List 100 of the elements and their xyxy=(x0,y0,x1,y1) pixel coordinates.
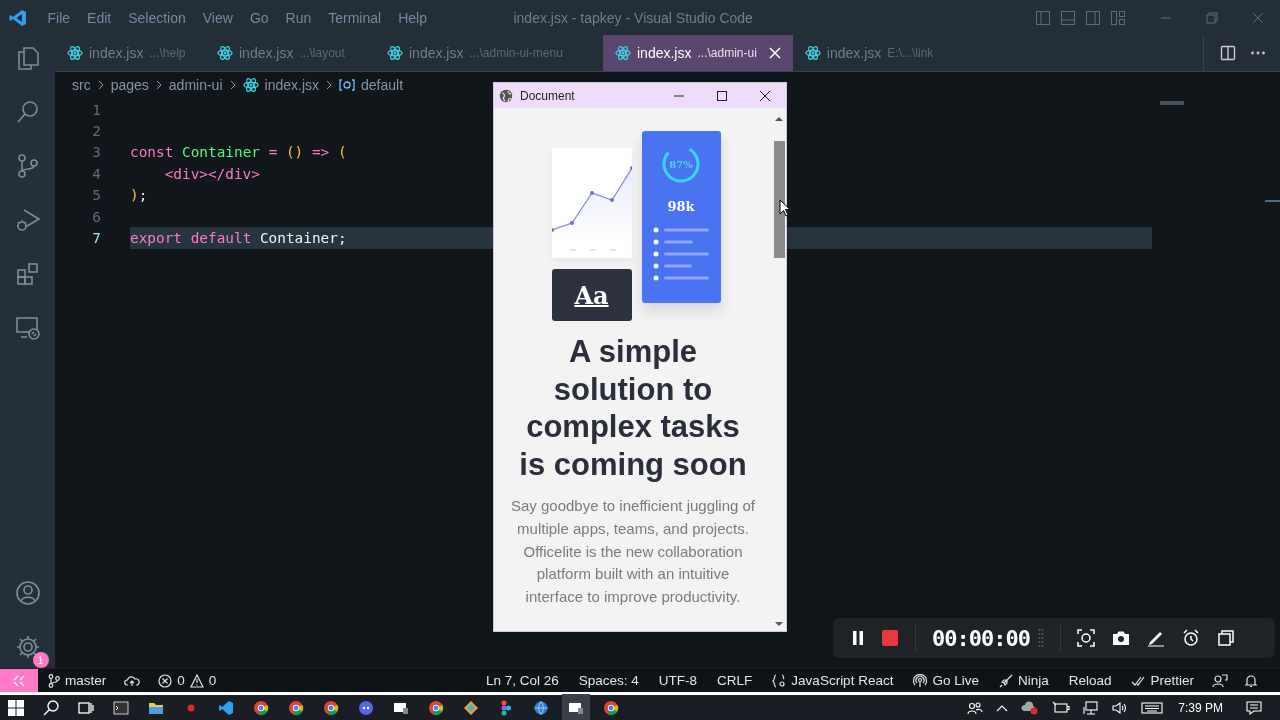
editor-tab[interactable]: index.jsx ...\admin-ui-menu xyxy=(375,35,603,71)
browser-icon[interactable] xyxy=(323,699,339,716)
tab-label: index.jsx xyxy=(637,45,692,61)
keyboard-icon[interactable] xyxy=(1141,700,1164,715)
status-item[interactable]: UTF-8 xyxy=(648,673,708,688)
scrollbar-thumb[interactable] xyxy=(773,141,785,258)
status-item[interactable]: CRLF xyxy=(707,673,763,688)
line-number: 6 xyxy=(91,208,101,225)
menu-item[interactable]: View xyxy=(194,9,242,26)
status-item[interactable]: Go Live xyxy=(903,673,989,688)
menu-item[interactable]: Run xyxy=(277,9,320,26)
maximize-icon[interactable] xyxy=(716,89,728,102)
code-line: ); xyxy=(130,187,148,204)
menu-item[interactable]: Edit xyxy=(78,9,120,26)
editor-tab[interactable]: index.jsx ...\admin-ui xyxy=(603,35,793,71)
react-file-icon xyxy=(804,45,821,61)
panel-layout-icon[interactable] xyxy=(1060,9,1076,26)
feedback-icon[interactable] xyxy=(1212,673,1228,688)
browser-icon[interactable] xyxy=(288,699,304,716)
status-item[interactable]: Ninja xyxy=(988,673,1059,688)
cloud-sync-icon[interactable] xyxy=(124,674,141,687)
windows-start-icon[interactable] xyxy=(8,699,24,716)
line-number: 1 xyxy=(91,101,101,118)
browser-icon[interactable] xyxy=(253,699,269,716)
menu-item[interactable]: Terminal xyxy=(319,9,390,26)
line-number: 7 xyxy=(91,230,101,247)
alarm-clock-icon[interactable] xyxy=(1181,629,1200,647)
volume-icon[interactable] xyxy=(1112,700,1129,715)
breadcrumb-item[interactable]: default xyxy=(361,77,404,93)
window-title: Document xyxy=(520,88,575,103)
close-icon[interactable] xyxy=(759,89,771,102)
menu-item[interactable]: Selection xyxy=(119,9,195,26)
sidebar-layout-icon[interactable] xyxy=(1035,9,1051,26)
editor-tab[interactable]: index.jsx ...\help xyxy=(55,35,205,71)
breadcrumb-item[interactable]: index.jsx xyxy=(264,77,319,93)
list-lines-drawing xyxy=(653,226,709,282)
editor-tab[interactable]: index.jsx E:\...\link xyxy=(792,35,946,71)
browser-icon[interactable] xyxy=(428,699,444,716)
scroll-up-icon[interactable] xyxy=(775,116,783,122)
status-item[interactable]: JavaScript React xyxy=(762,673,904,688)
menu-item[interactable]: Go xyxy=(241,9,278,26)
globe-icon xyxy=(499,88,513,103)
breadcrumb-item[interactable]: pages xyxy=(110,77,149,93)
remote-icon xyxy=(12,673,26,688)
remote-indicator[interactable] xyxy=(0,668,38,693)
people-icon[interactable] xyxy=(967,700,984,715)
globe-app-icon[interactable] xyxy=(533,699,549,716)
network-icon[interactable] xyxy=(1083,700,1100,715)
account-icon[interactable] xyxy=(14,580,41,606)
chevron-right-icon xyxy=(96,80,105,90)
chevron-up-icon[interactable] xyxy=(996,703,1009,712)
branch-indicator[interactable]: master xyxy=(38,673,117,688)
line-number: 5 xyxy=(91,187,101,204)
cloud-error-icon[interactable] xyxy=(1021,700,1040,715)
line-number: 2 xyxy=(91,123,101,140)
breadcrumb-item[interactable]: admin-ui xyxy=(168,77,223,93)
camera-icon[interactable] xyxy=(1111,630,1130,646)
chevron-right-icon xyxy=(325,80,333,90)
grip-icon xyxy=(1037,628,1044,648)
notifications-icon[interactable] xyxy=(1246,699,1262,716)
bell-icon[interactable] xyxy=(1244,673,1258,688)
scroll-down-icon[interactable] xyxy=(775,621,783,627)
split-editor-icon[interactable] xyxy=(1220,45,1236,61)
problems-indicator[interactable]: 0 0 xyxy=(148,673,227,688)
status-item[interactable]: Prettier xyxy=(1121,673,1204,688)
tab-label: index.jsx xyxy=(409,45,464,61)
task-view-icon[interactable] xyxy=(78,699,94,716)
browser-icon[interactable] xyxy=(603,699,619,716)
remote-explorer-icon[interactable] xyxy=(14,315,41,341)
description-text: Say goodbye to inefficient juggling of multiple apps, teams, and projects. Officelite is the new collaboration platform built with an intuitive interface to improve productivity. xyxy=(509,496,757,607)
window-toggle-icon[interactable] xyxy=(1216,629,1235,647)
extensions-icon[interactable] xyxy=(14,261,41,287)
tab-path: ...\admin-ui xyxy=(697,46,757,60)
customize-layout-icon[interactable] xyxy=(1110,9,1126,26)
status-item[interactable]: Reload xyxy=(1058,673,1122,688)
status-item[interactable]: Spaces: 4 xyxy=(568,673,649,688)
chat-app-icon[interactable] xyxy=(358,699,374,716)
line-number: 3 xyxy=(91,144,101,161)
run-debug-icon[interactable] xyxy=(14,207,41,233)
minimap xyxy=(1160,101,1184,105)
menu-item[interactable]: File xyxy=(39,9,79,26)
clock[interactable]: 7:39 PM xyxy=(1178,700,1223,715)
terminal-icon[interactable] xyxy=(113,699,129,716)
status-item[interactable]: Ln 7, Col 26 xyxy=(476,673,569,688)
percent-label: 87% xyxy=(669,158,693,170)
breadcrumb-item[interactable]: src xyxy=(72,77,91,93)
tool-app-icon[interactable] xyxy=(463,699,479,716)
secondary-sidebar-icon[interactable] xyxy=(1085,9,1101,26)
screenshot-icon[interactable] xyxy=(1076,629,1095,647)
error-icon xyxy=(158,673,173,688)
editor-tab[interactable]: index.jsx ...\layout xyxy=(205,35,375,71)
battery-icon[interactable] xyxy=(1052,700,1071,715)
search-icon[interactable] xyxy=(43,699,59,716)
rocket-icon xyxy=(998,673,1013,688)
code-editor-icon[interactable] xyxy=(218,699,234,716)
pause-icon[interactable] xyxy=(851,630,865,646)
pen-icon[interactable] xyxy=(1146,629,1165,647)
heading: A simple solution to complex tasks is coming soon xyxy=(518,333,748,484)
menu-item[interactable]: Help xyxy=(389,9,436,26)
tab-path: ...\admin-ui-menu xyxy=(469,46,563,60)
